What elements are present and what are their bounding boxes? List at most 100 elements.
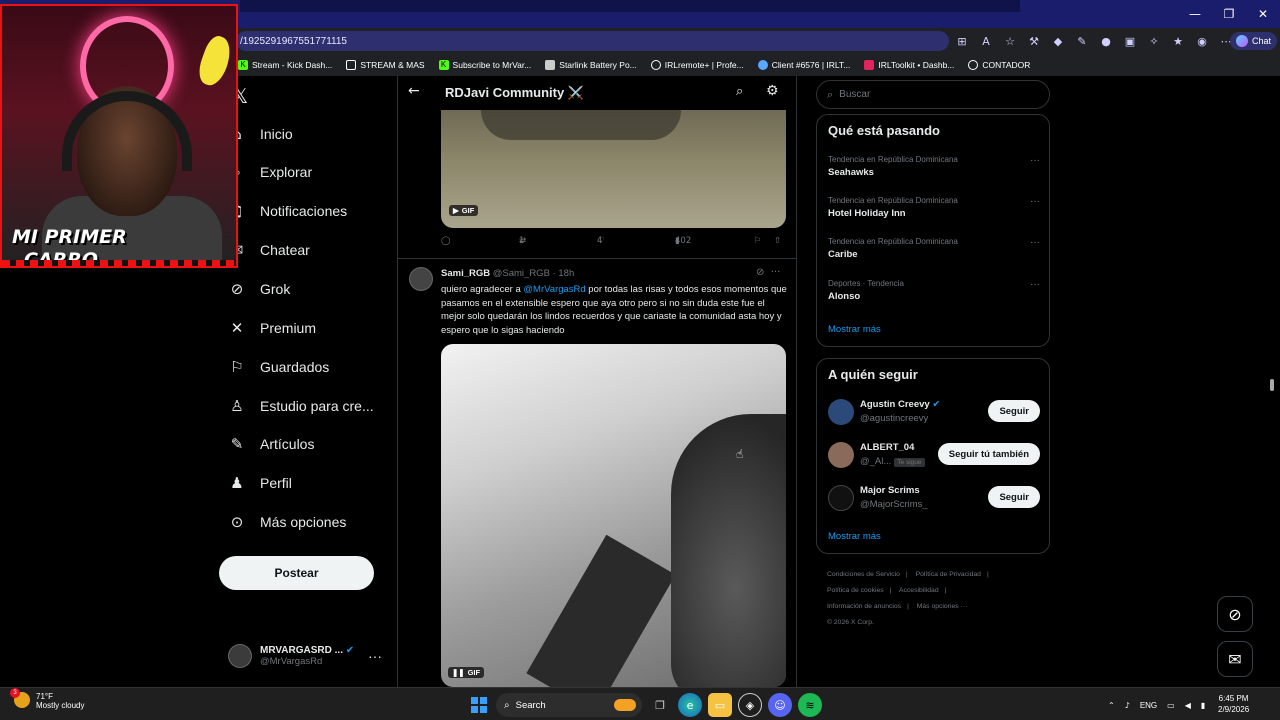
legal-link[interactable]: Más opciones ··· <box>917 603 968 610</box>
tweet-gif-media[interactable]: ☝ ❚❚ GIF <box>441 344 786 687</box>
follow-suggestion[interactable]: Agustin Creevy ✔ @agustincreevy Seguir <box>828 397 1040 429</box>
bookmark-icon[interactable]: ⚐ <box>754 236 762 246</box>
apps-icon[interactable]: ⊞ <box>950 29 974 53</box>
nav-creator-studio[interactable]: ♙ Estudio para cre... <box>228 388 373 424</box>
app-icon[interactable]: ◈ <box>738 693 762 717</box>
grok-icon[interactable]: ⊘ <box>756 267 764 278</box>
author-handle[interactable]: @Sami_RGB <box>493 268 550 279</box>
scrollbar-thumb[interactable] <box>1270 379 1274 391</box>
trend-item[interactable]: Tendencia en República Dominicana Hotel … <box>828 196 1040 219</box>
discord-icon[interactable]: ☺ <box>768 693 792 717</box>
nav-notifications[interactable]: ♫Notificaciones <box>228 193 347 229</box>
show-more-follows-link[interactable]: Mostrar más <box>828 531 881 542</box>
scrollbar[interactable] <box>1269 76 1275 687</box>
gif-badge[interactable]: ❚❚ GIF <box>448 667 485 678</box>
bookmark-item[interactable]: STREAM & MAS <box>346 60 425 70</box>
messages-fab-icon[interactable]: ✉ <box>1217 641 1253 677</box>
microphone-icon[interactable]: ♪ <box>1125 701 1130 710</box>
more-dots-icon[interactable]: ··· <box>368 648 382 664</box>
trend-item[interactable]: Tendencia en República Dominicana Seahaw… <box>828 155 1040 178</box>
extension-icon[interactable]: ⚒ <box>1022 29 1046 53</box>
extensions-puzzle-icon[interactable]: ✧ <box>1142 29 1166 53</box>
follow-button[interactable]: Seguir <box>988 400 1040 422</box>
bookmark-item[interactable]: Client #6576 | IRLT... <box>757 60 850 70</box>
windows-taskbar: 3 71°F Mostly cloudy ⌕ Search ❐ e ▭ ◈ ☺ … <box>0 687 1280 720</box>
more-dots-icon[interactable]: ··· <box>1030 155 1040 166</box>
taskbar-search[interactable]: ⌕ Search <box>496 693 642 717</box>
gif-badge[interactable]: ▶ GIF <box>449 205 479 216</box>
address-bar[interactable]: /1925291967551771115 <box>236 31 949 51</box>
bookmark-item[interactable]: IRLToolkit • Dashb... <box>864 60 954 70</box>
share-icon[interactable]: ⇧ <box>774 236 781 246</box>
legal-link[interactable]: Información de anuncios <box>827 603 901 610</box>
more-dots-icon[interactable]: ··· <box>1030 237 1040 248</box>
more-dots-icon[interactable]: ··· <box>1030 279 1040 290</box>
read-aloud-icon[interactable]: A <box>974 29 998 53</box>
file-explorer-icon[interactable]: ▭ <box>708 693 732 717</box>
nav-profile[interactable]: ♟ Perfil <box>228 465 292 501</box>
profile-icon[interactable]: ◉ <box>1190 29 1214 53</box>
nav-explore[interactable]: ⌕Explorar <box>228 154 312 190</box>
bookmark-item[interactable]: K Subscribe to MrVar... <box>438 60 531 70</box>
legal-link[interactable]: Política de Privacidad <box>916 571 981 578</box>
nav-premium[interactable]: ✕ Premium <box>228 310 316 346</box>
legal-link[interactable]: Condiciones de Servicio <box>827 571 900 578</box>
legal-link[interactable]: Accesibilidad <box>899 587 939 594</box>
windows-start-icon[interactable] <box>468 694 490 716</box>
copilot-chat-button[interactable]: Chat <box>1230 32 1278 50</box>
show-more-trends-link[interactable]: Mostrar más <box>828 324 881 335</box>
follow-button[interactable]: Seguir <box>988 486 1040 508</box>
chevron-up-icon[interactable]: ⌃ <box>1108 701 1115 710</box>
trend-item[interactable]: Deportes · Tendencia Alonso ··· <box>828 279 1040 302</box>
trend-item[interactable]: Tendencia en República Dominicana Caribe… <box>828 237 1040 260</box>
author-name[interactable]: Sami_RGB <box>441 268 490 279</box>
avatar[interactable] <box>409 267 433 291</box>
gear-icon[interactable]: ⚙ <box>766 83 779 99</box>
nav-more-options[interactable]: ⊙ Más opciones <box>228 504 347 540</box>
spotify-icon[interactable]: ≋ <box>798 693 822 717</box>
nav-chat[interactable]: ✉Chatear <box>228 232 310 268</box>
language-indicator[interactable]: ENG <box>1140 701 1157 710</box>
close-icon[interactable]: ✕ <box>1246 0 1280 28</box>
favorites-icon[interactable]: ★ <box>1166 29 1190 53</box>
mention-link[interactable]: @MrVargasRd <box>523 284 585 295</box>
reply-icon[interactable]: ◯ <box>441 236 451 246</box>
follow-back-button[interactable]: Seguir tú también <box>937 443 1040 465</box>
follow-suggestion[interactable]: Major Scrims @MajorScrims_ Seguir <box>828 483 1040 515</box>
legal-link[interactable]: Política de cookies <box>827 587 884 594</box>
volume-icon[interactable]: ◀ <box>1185 701 1191 710</box>
tweet-gif-media[interactable]: ▶ GIF <box>441 110 786 228</box>
account-name: MRVARGASRD ... <box>260 645 343 656</box>
minimize-icon[interactable]: — <box>1178 0 1212 28</box>
tweet-time[interactable]: 18h <box>558 268 574 279</box>
back-arrow-icon[interactable]: ← <box>408 83 420 99</box>
extension-icon[interactable]: ▣ <box>1118 29 1142 53</box>
task-view-icon[interactable]: ❐ <box>648 693 672 717</box>
edge-browser-icon[interactable]: e <box>678 693 702 717</box>
nav-articles[interactable]: ✎ Artículos <box>228 426 315 462</box>
taskbar-clock[interactable]: 6:45 PM 2/9/2026 <box>1218 693 1249 715</box>
restore-icon[interactable]: ❐ <box>1212 0 1246 28</box>
bookmark-item[interactable]: IRLremote+ | Profe... <box>650 60 744 70</box>
extension-icon[interactable]: ✎ <box>1070 29 1094 53</box>
account-switcher[interactable]: MRVARGASRD ... ✔ @MrVargasRd ··· <box>228 636 388 676</box>
follow-suggestion[interactable]: ALBERT_04 @_Al... Te sigue Seguir tú tamb… <box>828 440 1040 472</box>
display-icon[interactable]: ▭ <box>1167 701 1175 710</box>
bookmark-item[interactable]: CONTADOR <box>968 60 1030 70</box>
bookmark-item[interactable]: Starlink Battery Po... <box>545 60 637 70</box>
post-button[interactable]: Postear <box>219 556 374 590</box>
grok-fab-icon[interactable]: ⊘ <box>1217 596 1253 632</box>
more-dots-icon[interactable]: ··· <box>771 267 781 278</box>
favorite-star-icon[interactable]: ☆ <box>998 29 1022 53</box>
weather-widget[interactable]: 3 71°F Mostly cloudy <box>10 688 84 710</box>
nav-grok[interactable]: ⊘ Grok <box>228 271 291 307</box>
battery-icon[interactable]: ▮ <box>1201 701 1205 710</box>
extension-icon[interactable]: ● <box>1094 29 1118 53</box>
bookmark-item[interactable]: K Stream - Kick Dash... <box>238 60 332 70</box>
search-icon[interactable]: ⌕ <box>736 84 743 99</box>
search-input[interactable]: ⌕ Buscar <box>816 80 1050 109</box>
nav-bookmarks[interactable]: ⚐ Guardados <box>228 349 329 385</box>
extension-icon[interactable]: ◆ <box>1046 29 1070 53</box>
more-dots-icon[interactable]: ··· <box>1030 196 1040 207</box>
taskbar-apps: ⌕ Search ❐ e ▭ ◈ ☺ ≋ <box>468 692 822 718</box>
